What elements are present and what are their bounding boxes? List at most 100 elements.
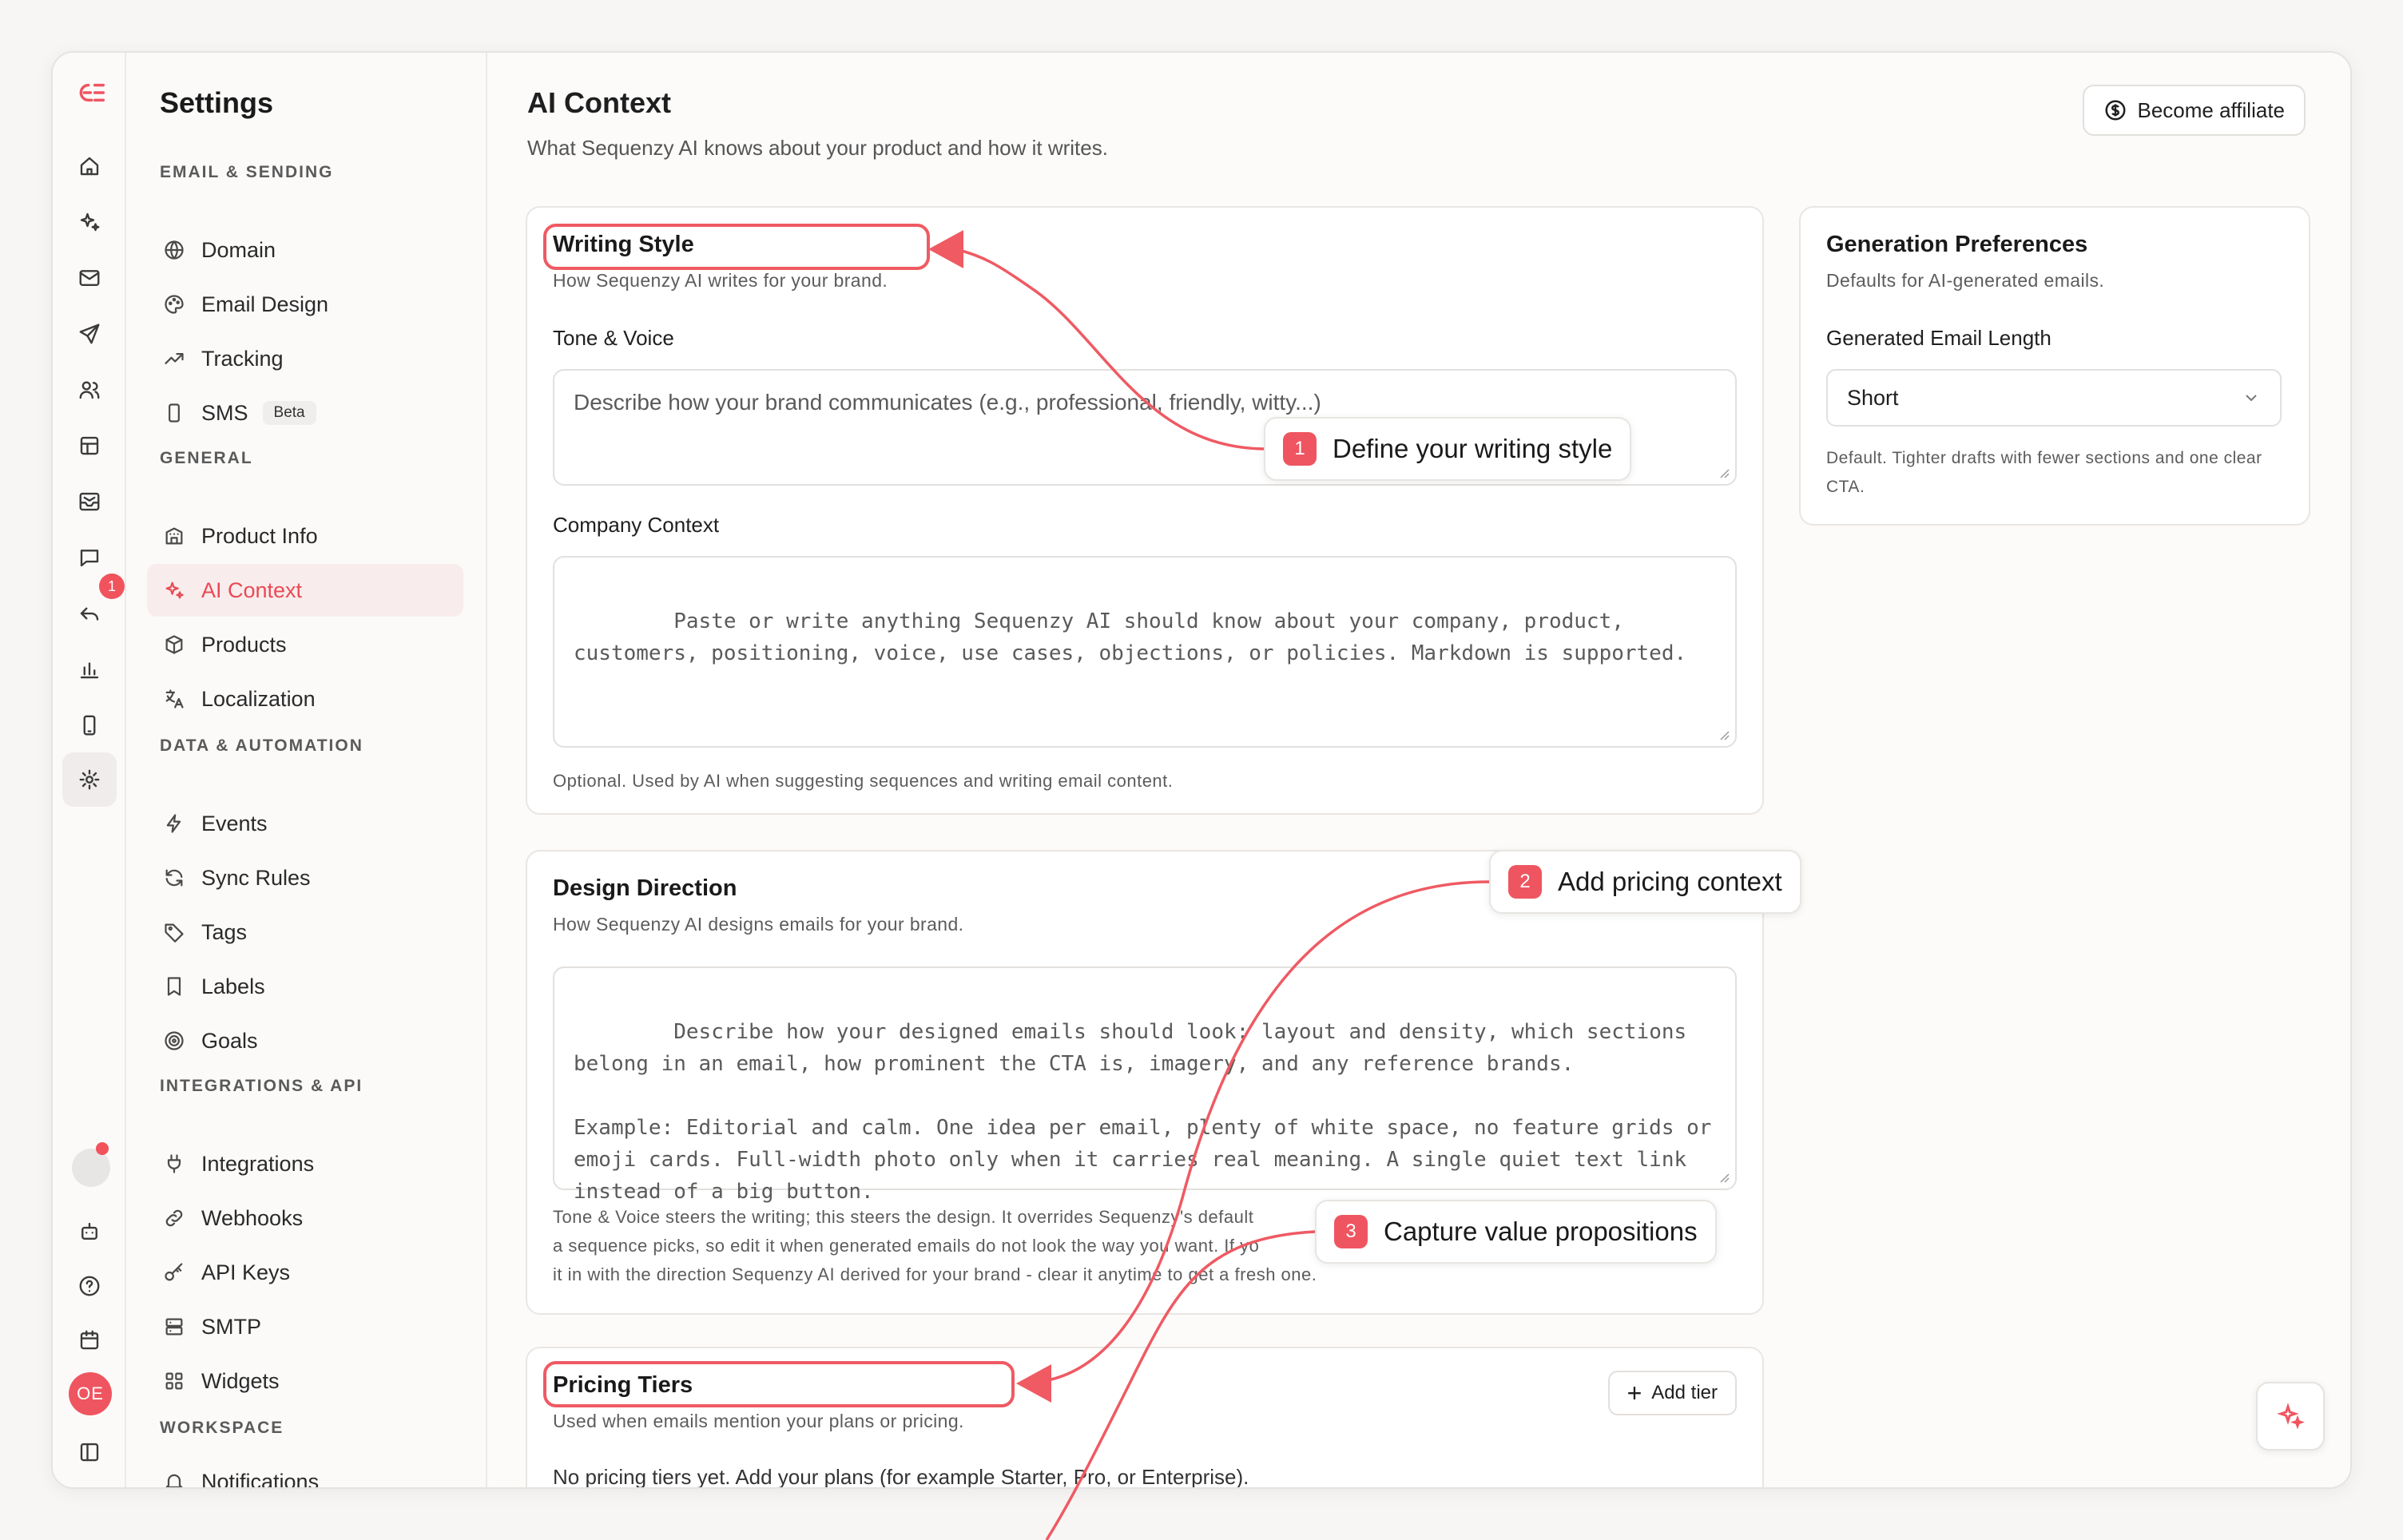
reply-icon[interactable]	[72, 596, 107, 631]
plus-icon: +	[1626, 1379, 1642, 1407]
page-title: AI Context	[527, 86, 671, 119]
nav-item-tags[interactable]: Tags	[147, 906, 463, 959]
nav-item-smtp[interactable]: SMTP	[147, 1300, 463, 1353]
nav-item-tracking[interactable]: Tracking	[147, 332, 463, 385]
nav-label: Integrations	[201, 1151, 315, 1176]
nav-item-notifications[interactable]: Notifications	[147, 1455, 463, 1489]
generation-title: Generation Preferences	[1826, 232, 2088, 257]
nav-item-integrations[interactable]: Integrations	[147, 1137, 463, 1190]
design-direction-title: Design Direction	[553, 875, 737, 901]
layout-icon[interactable]	[72, 428, 107, 463]
resize-handle-icon[interactable]	[1718, 1171, 1730, 1184]
design-direction-help-2: a sequence picks, so edit it when genera…	[553, 1236, 1260, 1256]
nav-label: Email Design	[201, 292, 329, 316]
nav-item-goals[interactable]: Goals	[147, 1014, 463, 1067]
nav-item-labels[interactable]: Labels	[147, 960, 463, 1013]
nav-item-events[interactable]: Events	[147, 797, 463, 850]
design-direction-subtitle: How Sequenzy AI designs emails for your …	[553, 914, 964, 935]
design-direction-help-3: it in with the direction Sequenzy AI der…	[553, 1264, 1317, 1284]
nav-item-api-keys[interactable]: API Keys	[147, 1246, 463, 1299]
nav-item-domain[interactable]: Domain	[147, 224, 463, 276]
bookmark-icon	[167, 977, 181, 996]
nav-item-products[interactable]: Products	[147, 618, 463, 671]
callout-pricing: 2 Add pricing context	[1489, 850, 1801, 914]
nav-label: Tracking	[201, 346, 284, 371]
generation-preferences-card: Generation Preferences Defaults for AI-g…	[1799, 206, 2310, 526]
bar-chart-icon[interactable]	[72, 652, 107, 687]
become-affiliate-button[interactable]: Become affiliate	[2083, 85, 2306, 136]
inbox-mail-icon[interactable]	[72, 484, 107, 519]
trending-icon	[165, 353, 184, 364]
nav-label: Notifications	[201, 1469, 320, 1489]
email-length-help: Default. Tighter drafts with fewer secti…	[1826, 449, 2262, 496]
nav-item-widgets[interactable]: Widgets	[147, 1355, 463, 1407]
nav-label: Domain	[201, 237, 276, 262]
nav-label: Events	[201, 811, 268, 835]
sparkles-icon[interactable]	[72, 204, 107, 240]
nav-item-product-info[interactable]: Product Info	[147, 510, 463, 562]
callout-number: 3	[1334, 1215, 1368, 1248]
bell-icon	[165, 1474, 183, 1487]
nav-item-ai-context[interactable]: AI Context	[147, 564, 463, 617]
send-icon[interactable]	[72, 316, 107, 351]
add-tier-button[interactable]: + Add tier	[1607, 1371, 1737, 1415]
design-direction-help-1: Tone & Voice steers the writing; this st…	[553, 1207, 1254, 1227]
pricing-tiers-subtitle: Used when emails mention your plans or p…	[553, 1411, 964, 1431]
nav-item-sync-rules[interactable]: Sync Rules	[147, 851, 463, 904]
nav-label: Localization	[201, 686, 316, 711]
dollar-circle-icon	[2105, 100, 2126, 121]
nav-label: Products	[201, 632, 287, 657]
resize-handle-icon[interactable]	[1718, 728, 1730, 741]
tone-voice-placeholder: Describe how your brand communicates (e.…	[574, 390, 1321, 415]
users-icon[interactable]	[72, 372, 107, 407]
sequenzy-logo-icon[interactable]	[67, 70, 112, 115]
sidebar-toggle-icon[interactable]	[72, 1435, 107, 1470]
help-icon[interactable]	[72, 1268, 107, 1304]
email-length-select[interactable]: Short	[1826, 369, 2282, 427]
nav-item-email-design[interactable]: Email Design	[147, 278, 463, 331]
section-email-sending: EMAIL & SENDING	[160, 163, 334, 181]
company-context-placeholder: Paste or write anything Sequenzy AI shou…	[574, 609, 1687, 665]
nav-label: API Keys	[201, 1260, 291, 1284]
nav-item-sms[interactable]: SMS Beta	[147, 387, 463, 439]
tone-voice-label: Tone & Voice	[553, 326, 674, 350]
email-length-label: Generated Email Length	[1826, 326, 2051, 350]
nav-item-localization[interactable]: Localization	[147, 673, 463, 725]
mail-icon[interactable]	[72, 260, 107, 296]
app-window: 1 OE Settings EMAIL & SENDING Domain Ema…	[51, 51, 2352, 1489]
home-icon[interactable]	[72, 149, 107, 184]
link-icon	[165, 1209, 183, 1227]
mobile-icon[interactable]	[72, 708, 107, 743]
callout-text: Define your writing style	[1333, 434, 1613, 463]
bot-icon[interactable]	[72, 1214, 107, 1249]
callout-writing-style: 1 Define your writing style	[1264, 417, 1632, 481]
nav-item-webhooks[interactable]: Webhooks	[147, 1192, 463, 1244]
generation-subtitle: Defaults for AI-generated emails.	[1826, 270, 2105, 291]
translate-icon	[165, 689, 184, 708]
affiliate-label: Become affiliate	[2137, 97, 2285, 122]
calendar-icon[interactable]	[72, 1323, 107, 1358]
user-avatar[interactable]: OE	[69, 1372, 112, 1415]
callout-text: Capture value propositions	[1384, 1217, 1698, 1246]
phone-icon	[169, 403, 180, 423]
grid-icon	[165, 1372, 183, 1390]
nav-label: Goals	[201, 1028, 258, 1053]
callout-number: 1	[1283, 432, 1317, 466]
section-data-automation: DATA & AUTOMATION	[160, 736, 363, 755]
section-workspace: WORKSPACE	[160, 1419, 284, 1437]
design-direction-textarea[interactable]: Describe how your designed emails should…	[553, 966, 1737, 1204]
settings-gear-icon[interactable]	[62, 752, 117, 807]
chat-icon[interactable]	[72, 540, 107, 575]
server-icon	[165, 1318, 183, 1336]
target-icon	[165, 1031, 184, 1050]
resize-handle-icon[interactable]	[1718, 466, 1730, 479]
nav-label: Tags	[201, 919, 248, 944]
writing-style-subtitle: How Sequenzy AI writes for your brand.	[553, 270, 888, 291]
company-context-label: Company Context	[553, 513, 720, 537]
sparkles-icon	[165, 581, 184, 599]
nav-label: SMS	[201, 400, 248, 425]
design-direction-placeholder: Describe how your designed emails should…	[574, 1020, 1712, 1204]
ai-assistant-button[interactable]	[2256, 1382, 2325, 1451]
palette-icon	[165, 295, 184, 314]
company-context-textarea[interactable]: Paste or write anything Sequenzy AI shou…	[553, 556, 1737, 748]
